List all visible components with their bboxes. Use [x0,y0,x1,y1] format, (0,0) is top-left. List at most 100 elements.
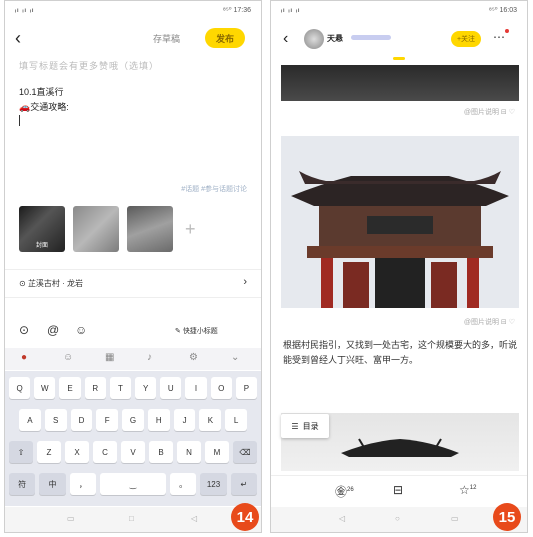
keyboard-key[interactable]: E [59,377,81,399]
keyboard-key[interactable]: ⇧ [9,441,33,463]
mention-icon[interactable]: @ [47,323,59,337]
image-thumbnail-1[interactable]: 封面 [19,206,65,252]
star-icon: ☆ [459,483,470,497]
keyboard-key[interactable]: S [44,409,67,431]
title-input[interactable]: 填写标题会有更多赞哦（选填） [19,59,159,72]
save-icon[interactable]: ⊟ [501,109,509,116]
location-text: 芷溪古村 · 龙岩 [27,279,84,288]
keyboard-key[interactable]: T [109,377,132,399]
keyboard-key[interactable]: W [34,377,56,399]
collapse-keyboard-icon[interactable]: ⌄ [231,352,239,363]
keyboard-key[interactable]: 中 [39,473,66,495]
keyboard-key[interactable]: O [210,377,232,399]
heart-icon[interactable]: ♡ [509,109,515,116]
keyboard-key[interactable]: ‿ [100,473,166,495]
keyboard-key[interactable]: G [122,409,144,431]
divider [271,475,527,476]
table-of-contents-button[interactable]: ☰ 目录 [281,414,329,438]
nav-home-icon[interactable]: □ [129,514,134,523]
nav-back-icon[interactable]: ◁ [339,514,345,523]
keyboard-key[interactable]: Z [37,441,61,463]
system-nav-bar: ◁ ○ ▭ [271,507,527,532]
keyboard-key[interactable]: X [65,441,89,463]
scroll-indicator [393,57,405,60]
article-image-temple[interactable] [281,136,519,308]
topic-hint[interactable]: #话题 #参与话题讨论 [181,184,247,194]
pencil-icon: ✎ [175,328,183,335]
save-icon[interactable]: ⊟ [501,319,509,326]
save-draft-button[interactable]: 存草稿 [153,32,180,45]
keyboard-key[interactable]: Q [9,377,31,399]
nav-recent-icon[interactable]: ▭ [451,514,459,523]
heart-icon[interactable]: ♡ [509,319,515,326]
keyboard-key[interactable]: Y [135,377,157,399]
keyboard-toolbar: ● ☺ ▦ ♪ ⚙ ⌄ [5,348,261,370]
text-cursor [19,115,20,126]
author-name[interactable]: 天悬 [327,33,343,44]
image-actions-1: @图片说明 ⊟ ♡ [464,107,515,117]
publish-button[interactable]: 发布 [205,28,245,48]
chevron-left-icon: ‹ [15,28,21,48]
body-editor[interactable]: 10.1直溪行 🚗交通攻略: [19,85,69,115]
clipboard-icon[interactable]: ▦ [105,352,114,363]
keyboard-key[interactable]: M [205,441,229,463]
favorite-button[interactable]: ☆12 [459,483,476,497]
article-image-top[interactable] [281,65,519,101]
keyboard-key[interactable]: A [19,409,41,431]
location-tool-icon[interactable]: ⊙ [19,323,29,337]
status-bar: ᵢₗ ᵢₗ ᵢₗ ⁸⁵⁰ 16:03 [271,1,527,19]
comment-count: 26 [347,487,354,493]
settings-icon[interactable]: ⚙ [189,352,198,363]
keyboard-key[interactable]: K [199,409,222,431]
image-actions-2: @图片说明 ⊟ ♡ [464,317,515,327]
bookmark-icon: ⊟ [393,483,404,497]
keyboard-key[interactable]: 。 [169,473,197,495]
avatar[interactable] [304,29,324,49]
follow-button[interactable]: +关注 [451,31,481,47]
keyboard-key[interactable]: V [121,441,145,463]
keyboard-key[interactable]: F [96,409,119,431]
emoji-keyboard-icon[interactable]: ☺ [63,352,73,363]
nav-home-icon[interactable]: ○ [395,514,400,523]
keyboard-key[interactable]: I [185,377,207,399]
notification-dot [505,29,509,33]
add-image-button[interactable]: + [185,219,196,240]
keyboard-key[interactable]: C [93,441,117,463]
more-icon[interactable]: ⋯ [493,30,505,44]
nav-menu-icon[interactable]: ▭ [67,514,75,523]
chevron-right-icon[interactable]: › [243,276,247,288]
keyboard-key[interactable]: B [149,441,173,463]
location-row[interactable]: ⊙ 芷溪古村 · 龙岩 [19,278,83,289]
microphone-icon[interactable]: ♪ [147,352,152,363]
keyboard-key[interactable]: P [235,377,258,399]
signal-icon: ᵢₗ ᵢₗ ᵢₗ [15,7,35,14]
collect-button[interactable]: ⊟ [393,483,403,497]
keyboard-key[interactable]: 123 [200,473,227,495]
editor-toolbar: ⊙ @ ☺ ✎ 快捷小标题 [5,319,261,345]
signal-icon: ᵢₗ ᵢₗ ᵢₗ [281,7,301,14]
back-button[interactable]: ‹ [15,29,21,47]
cover-label: 封面 [35,243,48,249]
image-thumbnail-3[interactable] [127,206,173,252]
keyboard-key[interactable]: 符 [9,473,36,495]
quick-title-button[interactable]: ✎ 快捷小标题 [175,326,218,336]
keyboard-key[interactable]: ↵ [230,473,258,495]
keyboard-key[interactable]: ， [69,473,97,495]
keyboard-key[interactable]: R [84,377,106,399]
keyboard-key[interactable]: N [177,441,201,463]
keyboard: QWERTYUIOP ASDFGHJKL ⇧ Z X C V B N M ⌫ 符中， ‿。 123 ↵ [5,371,261,506]
keyboard-key[interactable]: D [70,409,93,431]
emoji-icon[interactable]: ☺ [75,323,87,337]
keyboard-key[interactable]: U [160,377,182,399]
image-thumbnail-2[interactable] [73,206,119,252]
back-button[interactable]: ‹ [283,30,288,48]
image-caption: @图片说明 [463,319,499,326]
keyboard-key[interactable]: H [147,409,170,431]
nav-back-icon[interactable]: ◁ [191,514,197,523]
comment-button[interactable]: ㊎26 [335,483,354,500]
keyboard-key[interactable]: ⌫ [233,441,257,463]
keyboard-key[interactable]: L [225,409,248,431]
keyboard-row-4: 符中， ‿。 123 ↵ [9,473,258,495]
keyboard-key[interactable]: J [173,409,196,431]
ime-logo-icon[interactable]: ● [21,352,27,363]
